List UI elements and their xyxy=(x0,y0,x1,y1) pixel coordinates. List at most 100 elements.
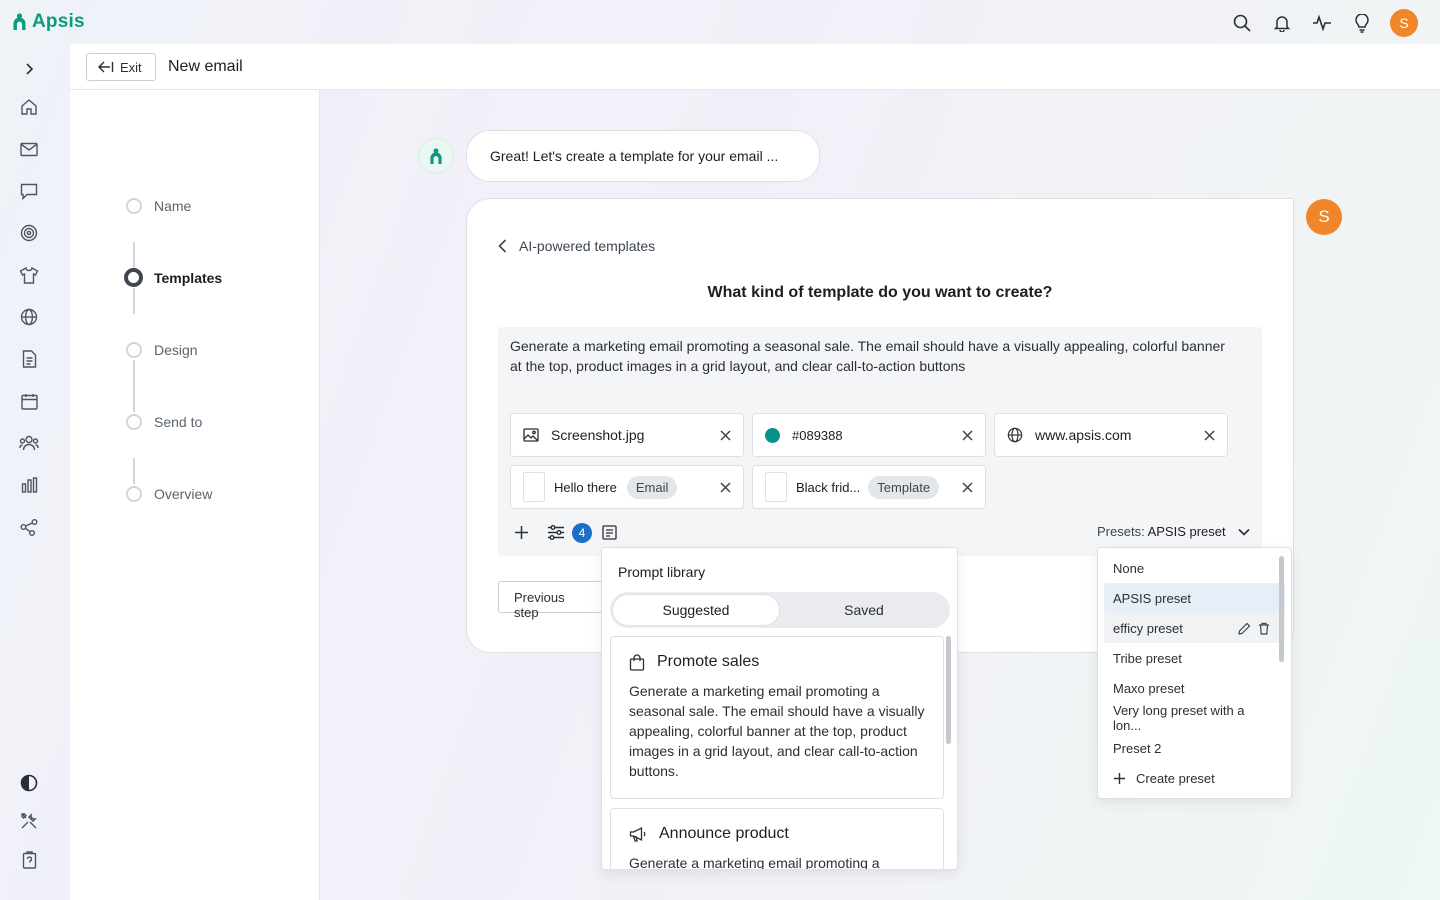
preset-option-none[interactable]: None xyxy=(1104,553,1285,583)
step-connector xyxy=(133,242,135,270)
step-connector xyxy=(133,288,135,314)
add-icon[interactable] xyxy=(514,525,529,540)
document-icon[interactable] xyxy=(17,347,41,371)
trash-icon[interactable] xyxy=(1258,622,1270,635)
template-thumbnail xyxy=(765,472,787,502)
step-dot-design xyxy=(126,342,142,358)
contacts-icon[interactable] xyxy=(17,431,41,455)
bell-icon[interactable] xyxy=(1270,12,1293,35)
target-icon[interactable] xyxy=(17,221,41,245)
bot-message: Great! Let's create a template for your … xyxy=(466,130,820,182)
library-title: Prompt library xyxy=(618,564,706,580)
back-link[interactable]: AI-powered templates xyxy=(498,238,655,254)
tab-suggested[interactable]: Suggested xyxy=(612,594,780,626)
sliders-icon[interactable] xyxy=(547,524,565,541)
chip-label: #089388 xyxy=(792,427,843,443)
preset-option-very-long[interactable]: Very long preset with a lon... xyxy=(1104,703,1285,733)
exit-label: Exit xyxy=(120,59,142,75)
attachment-chip-url[interactable]: www.apsis.com xyxy=(994,413,1228,457)
preset-label: efficy preset xyxy=(1113,620,1183,636)
email-thumbnail xyxy=(523,472,545,502)
user-avatar[interactable]: S xyxy=(1390,9,1418,37)
help-clipboard-icon[interactable] xyxy=(17,848,41,872)
preset-option-preset-2[interactable]: Preset 2 xyxy=(1104,733,1285,763)
presets-dropdown[interactable]: Presets: APSIS preset xyxy=(1097,524,1250,539)
theme-toggle-icon[interactable] xyxy=(17,771,41,795)
step-dot-name xyxy=(126,198,142,214)
attachment-chip-color[interactable]: #089388 xyxy=(752,413,986,457)
close-icon[interactable] xyxy=(720,429,731,441)
close-icon[interactable] xyxy=(720,481,731,493)
image-icon xyxy=(523,428,539,442)
presets-value: APSIS preset xyxy=(1147,524,1226,539)
step-connector xyxy=(133,458,135,484)
chip-label: Black frid... xyxy=(796,479,861,495)
chip-label: Screenshot.jpg xyxy=(551,427,645,443)
search-icon[interactable] xyxy=(1230,12,1253,35)
preset-option-maxo[interactable]: Maxo preset xyxy=(1104,673,1285,703)
color-swatch xyxy=(765,427,780,443)
prompt-library-popover: Prompt library Suggested Saved Promote s… xyxy=(601,547,958,870)
tab-saved[interactable]: Saved xyxy=(780,594,948,626)
top-actions: S xyxy=(1230,9,1418,37)
chevron-down-icon xyxy=(1238,528,1250,536)
attachment-chip-email[interactable]: Hello there Email xyxy=(510,465,744,509)
back-label: AI-powered templates xyxy=(519,238,656,254)
globe-icon[interactable] xyxy=(17,305,41,329)
step-name[interactable]: Name xyxy=(154,198,191,214)
bot-avatar xyxy=(418,138,454,174)
prompt-text[interactable]: Generate a marketing email promoting a s… xyxy=(510,336,1240,376)
presets-scrollbar[interactable] xyxy=(1279,556,1284,662)
close-icon[interactable] xyxy=(962,481,973,493)
library-card-announce-product[interactable]: Announce product Generate a marketing em… xyxy=(610,808,944,869)
close-icon[interactable] xyxy=(1204,429,1215,441)
share-nodes-icon[interactable] xyxy=(17,515,41,539)
chevron-right-icon[interactable] xyxy=(17,57,41,81)
preset-option-tribe[interactable]: Tribe preset xyxy=(1104,643,1285,673)
prompt-library-icon[interactable] xyxy=(602,525,617,540)
close-icon[interactable] xyxy=(962,429,973,441)
chat-icon[interactable] xyxy=(17,179,41,203)
step-dot-overview xyxy=(126,486,142,502)
exit-button[interactable]: Exit xyxy=(86,53,156,81)
edit-pencil-icon[interactable] xyxy=(1238,622,1251,635)
tools-icon[interactable] xyxy=(17,809,41,833)
step-templates[interactable]: Templates xyxy=(154,270,222,286)
step-design[interactable]: Design xyxy=(154,342,198,358)
left-rail xyxy=(0,44,58,900)
library-card-promote-sales[interactable]: Promote sales Generate a marketing email… xyxy=(610,636,944,799)
card-title: Announce product xyxy=(659,825,789,842)
mail-icon[interactable] xyxy=(17,137,41,161)
create-preset-button[interactable]: Create preset xyxy=(1104,763,1285,793)
card-title: Promote sales xyxy=(657,653,760,670)
attachment-chip-screenshot[interactable]: Screenshot.jpg xyxy=(510,413,744,457)
preset-option-efficy[interactable]: efficy preset xyxy=(1104,613,1285,643)
previous-step-button[interactable]: Previous step xyxy=(498,581,606,620)
step-connector xyxy=(133,360,135,412)
shopping-bag-icon xyxy=(629,653,645,671)
exit-arrow-icon xyxy=(98,61,114,73)
chevron-left-icon xyxy=(498,239,507,253)
home-icon[interactable] xyxy=(17,95,41,119)
plus-icon xyxy=(1114,772,1125,784)
app-name: Apsis xyxy=(32,11,85,32)
apsis-logo[interactable]: Apsis xyxy=(12,11,85,33)
library-scrollbar[interactable] xyxy=(946,636,951,744)
attachment-chip-template[interactable]: Black frid... Template xyxy=(752,465,986,509)
preset-option-apsis[interactable]: APSIS preset xyxy=(1104,583,1285,613)
step-overview[interactable]: Overview xyxy=(154,486,212,502)
card-text: Generate a marketing email promoting a s… xyxy=(629,683,925,779)
chat-user-avatar: S xyxy=(1306,199,1342,235)
step-send-to[interactable]: Send to xyxy=(154,414,202,430)
question-heading: What kind of template do you want to cre… xyxy=(707,284,1053,301)
chip-type-tag: Email xyxy=(626,475,678,499)
lightbulb-icon[interactable] xyxy=(1350,12,1373,35)
globe-icon xyxy=(1007,427,1023,443)
activity-icon[interactable] xyxy=(1310,12,1333,35)
shirt-icon[interactable] xyxy=(17,263,41,287)
presets-label: Presets: xyxy=(1097,524,1145,539)
page-header xyxy=(70,44,1440,90)
bar-chart-icon[interactable] xyxy=(17,473,41,497)
top-bar: Apsis S xyxy=(0,0,1440,44)
calendar-icon[interactable] xyxy=(17,389,41,413)
